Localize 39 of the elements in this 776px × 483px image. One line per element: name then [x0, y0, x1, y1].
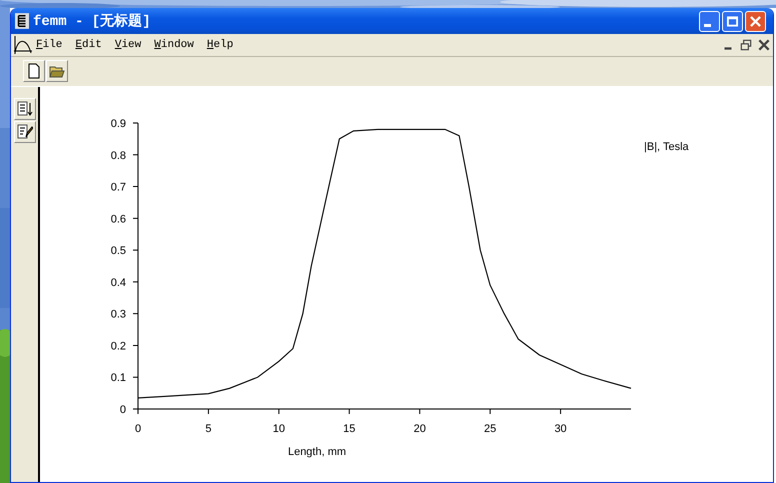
x-tick-label: 0	[134, 422, 142, 435]
document-pencil-icon[interactable]	[14, 120, 36, 143]
x-axis-label: Length, mm	[288, 446, 346, 458]
y-tick-label: 0.4	[110, 276, 126, 289]
y-tick-label: 0.9	[110, 118, 126, 130]
y-tick-label: 0	[120, 404, 126, 416]
x-tick-label: 25	[484, 422, 496, 435]
close-icon	[750, 16, 761, 27]
menu-item[interactable]: File	[36, 39, 62, 52]
legend-label: |B|, Tesla	[644, 140, 689, 153]
minimize-icon	[704, 24, 711, 27]
x-tick-label: 15	[343, 422, 356, 435]
y-tick-label: 0.3	[110, 308, 126, 321]
minimize-button[interactable]	[699, 10, 720, 32]
coil-icon	[15, 12, 29, 30]
x-tick-label: 20	[414, 422, 426, 435]
x-tick-label: 5	[205, 422, 212, 435]
restore-icon[interactable]	[739, 38, 753, 52]
y-tick-label: 0.8	[110, 150, 126, 162]
x-tick-label: 10	[272, 422, 285, 435]
new-file-icon[interactable]	[23, 60, 45, 82]
folder-icon[interactable]	[46, 60, 68, 82]
y-tick-label: 0.2	[110, 340, 126, 352]
y-tick-label: 0.6	[110, 213, 126, 226]
y-tick-label: 0.7	[110, 182, 126, 194]
close-icon[interactable]	[757, 38, 771, 52]
list-down-icon[interactable]	[14, 98, 36, 120]
curve-icon[interactable]	[14, 36, 32, 54]
window-title: femm - [无标题]	[33, 12, 152, 30]
menu-item[interactable]: View	[114, 39, 142, 52]
y-tick-label: 0.1	[110, 372, 126, 384]
x-tick-label: 30	[554, 422, 567, 435]
menu-item[interactable]: Edit	[75, 39, 102, 52]
close-button[interactable]	[745, 10, 766, 32]
menu-item[interactable]: Window	[154, 39, 194, 52]
menu-item[interactable]: Help	[206, 39, 234, 52]
y-tick-label: 0.5	[110, 245, 126, 258]
maximize-icon	[727, 16, 738, 27]
maximize-button[interactable]	[722, 10, 743, 32]
